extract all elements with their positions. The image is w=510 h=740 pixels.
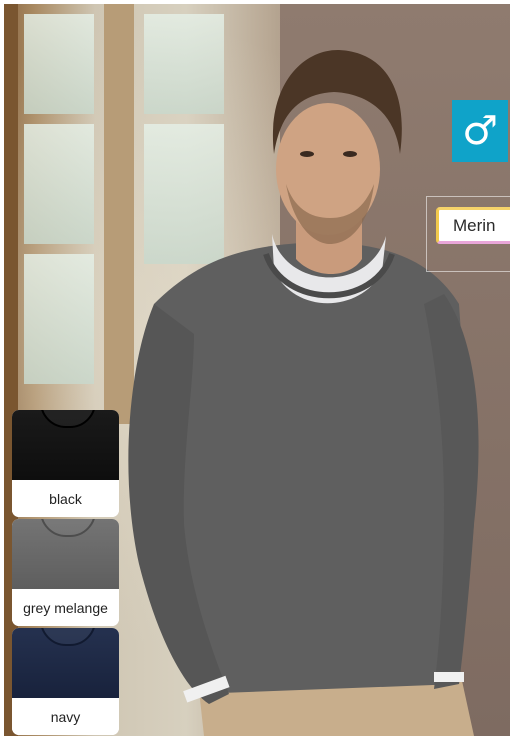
swatch-grey-image [12,519,119,589]
swatch-label: navy [12,698,119,735]
merino-label-tag: Merin [436,207,510,244]
male-symbol-icon: ♂ [452,100,508,162]
merino-label-text: Merin [453,215,496,235]
swatch-label: black [12,480,119,517]
neckline-icon [40,519,96,537]
neckline-icon [40,628,96,646]
swatch-navy-image [12,628,119,698]
swatch-black[interactable]: black [12,410,119,517]
swatch-grey-melange[interactable]: grey melange [12,519,119,626]
neckline-icon [40,410,96,428]
product-card: ♂ Merin black grey melange navy [0,0,510,740]
swatch-navy[interactable]: navy [12,628,119,735]
color-swatch-list: black grey melange navy [12,410,119,737]
swatch-label: grey melange [12,589,119,626]
swatch-black-image [12,410,119,480]
